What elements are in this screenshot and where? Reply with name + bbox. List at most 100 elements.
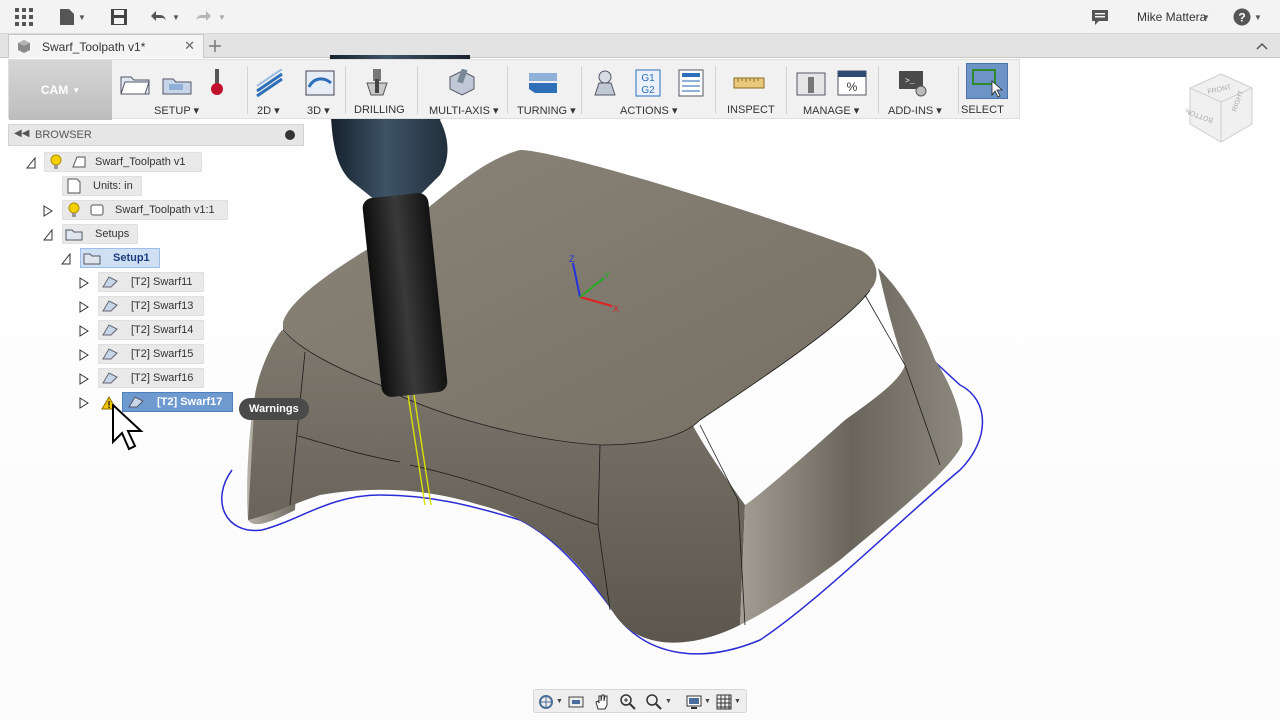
multi-axis-icon[interactable] [446, 69, 478, 97]
grid-caret[interactable]: ▼ [734, 698, 741, 705]
turning-group-label[interactable]: TURNING ▾ [517, 104, 576, 117]
multi-axis-group-label[interactable]: MULTI-AXIS ▾ [429, 104, 499, 117]
save-icon[interactable] [110, 8, 128, 26]
actions-group-label[interactable]: ACTIONS ▾ [620, 104, 677, 117]
tree-root[interactable]: Swarf_Toolpath v1 [44, 152, 202, 172]
svg-text:G1: G1 [641, 73, 655, 84]
2d-group-label[interactable]: 2D ▾ [257, 104, 280, 117]
redo-icon[interactable] [194, 8, 212, 26]
file-menu-caret[interactable]: ▼ [78, 13, 86, 22]
setup-group-label[interactable]: SETUP ▾ [154, 104, 199, 117]
drilling-group-label[interactable]: DRILLING [354, 104, 405, 116]
probe-icon[interactable] [207, 69, 227, 97]
view-cube[interactable]: FRONT RIGHT BOTTOM [1186, 72, 1256, 144]
collapse-triangle-icon[interactable] [26, 157, 36, 169]
toolbar-separator [958, 66, 959, 114]
operation-label: [T2] Swarf15 [131, 348, 194, 360]
simulate-icon[interactable] [589, 69, 621, 97]
tree-component[interactable]: Swarf_Toolpath v1:1 [62, 200, 228, 220]
select-group-label[interactable]: SELECT [961, 104, 1004, 116]
expand-triangle-icon[interactable] [79, 277, 89, 289]
help-caret[interactable]: ▼ [1254, 13, 1262, 22]
user-name[interactable]: Mike Mattera [1137, 10, 1206, 24]
toolbar-separator [786, 66, 787, 114]
help-icon[interactable]: ? [1233, 8, 1251, 26]
expand-triangle-icon[interactable] [43, 205, 53, 217]
3d-group-label[interactable]: 3D ▾ [307, 104, 330, 117]
toolbar-separator [345, 66, 346, 114]
measure-icon[interactable] [733, 69, 765, 97]
grid-icon[interactable] [15, 8, 33, 26]
operation-label: [T2] Swarf11 [131, 276, 193, 288]
tree-setup1[interactable]: Setup1 [80, 248, 160, 268]
grid-settings-icon[interactable] [716, 694, 732, 710]
add-ins-group-label[interactable]: ADD-INS ▾ [888, 104, 942, 117]
setup-stock-icon[interactable] [161, 69, 193, 97]
tree-root-label: Swarf_Toolpath v1 [95, 156, 186, 168]
browser-collapse-icon[interactable]: ◀◀ [14, 128, 29, 139]
tree-operation[interactable]: [T2] Swarf13 [98, 296, 204, 316]
undo-icon[interactable] [150, 8, 168, 26]
expand-triangle-icon[interactable] [79, 397, 89, 409]
pan-hand-icon[interactable] [594, 694, 610, 710]
2d-milling-icon[interactable] [254, 69, 286, 97]
lightbulb-icon[interactable] [67, 202, 81, 218]
collapse-triangle-icon[interactable] [43, 229, 53, 241]
workspace-label: CAM [40, 83, 69, 97]
document-tab[interactable]: Swarf_Toolpath v1* ✕ [8, 34, 204, 58]
collapse-triangle-icon[interactable] [61, 253, 71, 265]
zoom-caret[interactable]: ▼ [665, 698, 672, 705]
warnings-tooltip: Warnings [239, 398, 309, 420]
setup-sheet-icon[interactable] [677, 69, 705, 97]
expand-triangle-icon[interactable] [79, 349, 89, 361]
close-tab-icon[interactable]: ✕ [184, 38, 195, 54]
tree-operation[interactable]: [T2] Swarf14 [98, 320, 204, 340]
drilling-icon[interactable] [361, 69, 393, 97]
expand-triangle-icon[interactable] [79, 301, 89, 313]
tree-setups[interactable]: Setups [62, 224, 138, 244]
page-icon [67, 178, 81, 194]
new-tab-icon[interactable] [209, 40, 221, 52]
3d-milling-icon[interactable] [304, 69, 336, 97]
operation-label: [T2] Swarf14 [131, 324, 194, 336]
collapse-icon[interactable] [1256, 42, 1268, 50]
tree-units[interactable]: Units: in [62, 176, 142, 196]
select-arrow-icon [972, 69, 1004, 98]
template-library-icon[interactable]: % [836, 69, 868, 97]
component-icon [90, 204, 104, 216]
orbit-icon[interactable] [538, 694, 554, 710]
setup-folder-icon[interactable] [119, 69, 151, 97]
file-icon[interactable] [58, 8, 76, 26]
user-menu-caret[interactable]: ▼ [1202, 13, 1210, 22]
fit-zoom-icon[interactable] [646, 694, 662, 710]
tree-operation[interactable]: [T2] Swarf15 [98, 344, 204, 364]
zoom-icon[interactable] [620, 694, 636, 710]
workspace-switcher[interactable]: CAM ▼ [9, 60, 112, 120]
add-ins-icon[interactable]: >_ [897, 69, 929, 97]
look-at-icon[interactable] [568, 694, 584, 710]
toolbar-separator [581, 66, 582, 114]
redo-caret[interactable]: ▼ [218, 13, 226, 22]
swarf-operation-icon [102, 348, 118, 360]
lightbulb-icon[interactable] [49, 154, 63, 170]
job-status-icon[interactable] [1091, 8, 1109, 26]
turning-icon[interactable] [527, 69, 559, 97]
display-caret[interactable]: ▼ [704, 698, 711, 705]
tree-operation[interactable]: [T2] Swarf16 [98, 368, 204, 388]
expand-triangle-icon[interactable] [79, 373, 89, 385]
browser-minimize-icon[interactable] [285, 130, 295, 140]
undo-caret[interactable]: ▼ [172, 13, 180, 22]
orbit-caret[interactable]: ▼ [556, 698, 563, 705]
browser-header[interactable]: ◀◀ BROWSER [8, 124, 304, 146]
swarf-operation-icon [102, 324, 118, 336]
post-process-icon[interactable]: G1G2 [635, 69, 661, 97]
tool-library-icon[interactable] [795, 69, 827, 97]
select-button[interactable] [966, 63, 1008, 99]
inspect-group-label[interactable]: INSPECT [727, 104, 775, 116]
tree-operation[interactable]: [T2] Swarf11 [98, 272, 204, 292]
setups-folder-icon [65, 229, 83, 241]
display-settings-icon[interactable] [686, 694, 702, 710]
expand-triangle-icon[interactable] [79, 325, 89, 337]
svg-text:G2: G2 [641, 85, 655, 96]
manage-group-label[interactable]: MANAGE ▾ [803, 104, 859, 117]
